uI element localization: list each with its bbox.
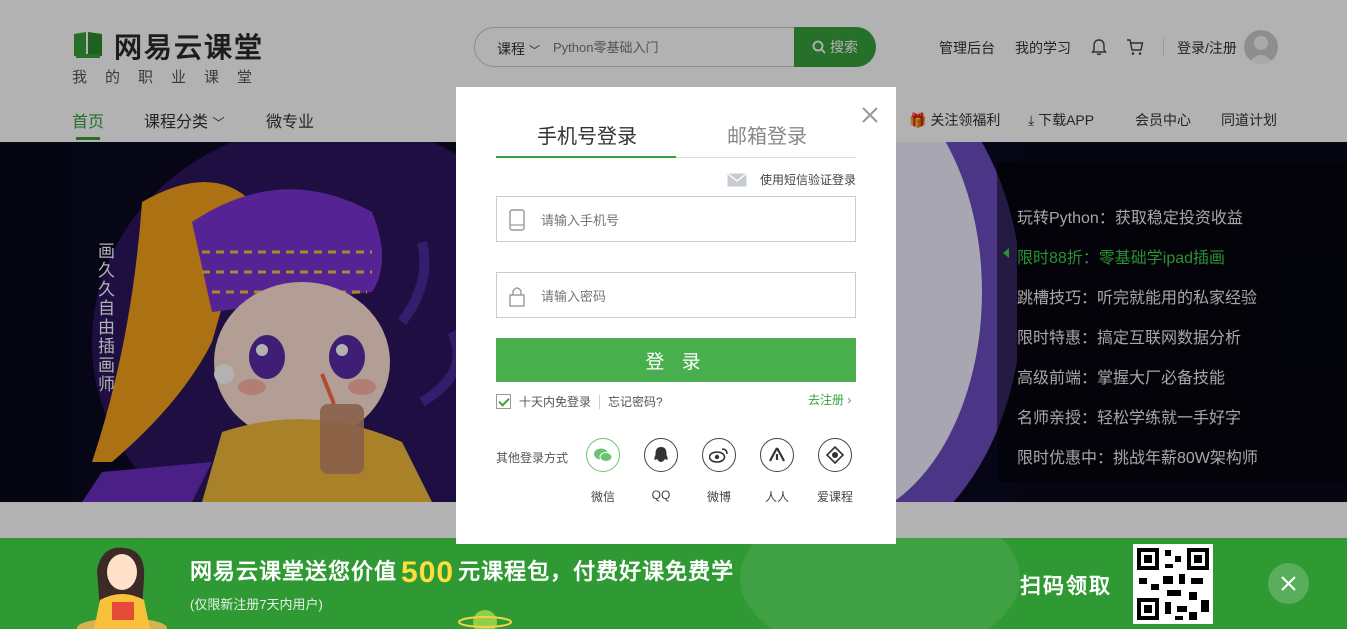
ikecheng-label: 爱课程 (816, 490, 853, 504)
planet-icon (458, 610, 512, 629)
promo-close-button[interactable] (1268, 563, 1309, 604)
promo-girl-illustration (77, 547, 167, 629)
password-input[interactable] (541, 285, 841, 307)
tab-email-login[interactable]: 邮箱登录 (727, 120, 807, 149)
qr-code (1133, 544, 1213, 624)
ikecheng-login[interactable]: 爱课程 (805, 438, 865, 504)
sms-login-label: 使用短信验证登录 (760, 173, 857, 187)
promo-text-before: 网易云课堂送您价值 (190, 559, 398, 584)
phone-field[interactable] (496, 196, 856, 242)
tab-active-indicator (496, 156, 676, 158)
ikecheng-icon (818, 438, 852, 472)
weibo-login[interactable]: 微博 (689, 438, 749, 504)
qr-code-icon (1137, 548, 1209, 620)
renren-login[interactable]: 人人 (747, 438, 807, 504)
promo-text-after: 元课程包，付费好课免费学 (458, 559, 735, 584)
promo-decoration (740, 538, 1020, 629)
separator (599, 394, 601, 409)
lock-icon (509, 287, 525, 307)
promo-scan-label: 扫码领取 (1020, 575, 1112, 598)
wechat-icon (586, 438, 620, 472)
qq-login[interactable]: QQ (631, 438, 691, 502)
sms-login-link[interactable]: 使用短信验证登录 (727, 171, 856, 188)
wechat-login[interactable]: 微信 (573, 438, 633, 504)
envelope-icon (727, 172, 747, 186)
forgot-password-link[interactable]: 忘记密码? (608, 393, 663, 410)
close-icon (1281, 576, 1296, 591)
remember-label[interactable]: 十天内免登录 (519, 393, 591, 410)
register-link[interactable]: 去注册 › (808, 391, 851, 408)
wechat-label: 微信 (590, 490, 615, 504)
renren-icon (760, 438, 794, 472)
phone-input[interactable] (541, 209, 841, 231)
password-field[interactable] (496, 272, 856, 318)
tab-phone-login[interactable]: 手机号登录 (537, 120, 637, 149)
renren-label: 人人 (764, 490, 789, 504)
promo-subtext: (仅限新注册7天内用户) (190, 597, 323, 612)
other-login-label: 其他登录方式 (496, 451, 569, 465)
qq-icon (644, 438, 678, 472)
weibo-icon (702, 438, 736, 472)
close-icon[interactable] (860, 105, 880, 125)
phone-icon (509, 209, 525, 231)
weibo-label: 微博 (706, 490, 731, 504)
qq-label: QQ (651, 488, 671, 502)
promo-bar[interactable]: 网易云课堂送您价值 500 元课程包，付费好课免费学 (仅限新注册7天内用户) 扫码… (0, 538, 1347, 629)
promo-amount: 500 (401, 556, 455, 589)
remember-checkbox[interactable] (496, 394, 511, 409)
login-button[interactable]: 登 录 (496, 338, 856, 382)
login-modal: 手机号登录 邮箱登录 使用短信验证登录 登 录 十天内免登录 忘记密码? 去注册… (456, 87, 896, 544)
remember-row: 十天内免登录 忘记密码? (496, 393, 663, 410)
promo-headline: 网易云课堂送您价值 500 元课程包，付费好课免费学 (190, 554, 734, 590)
